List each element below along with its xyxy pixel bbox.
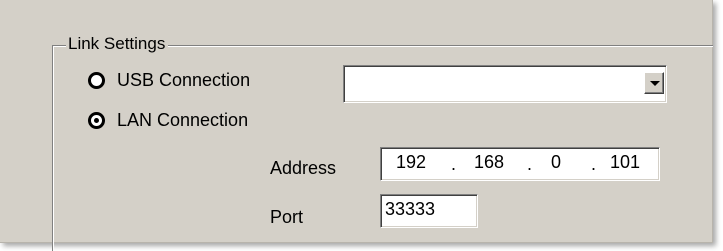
- group-title: Link Settings: [66, 34, 169, 54]
- port-field[interactable]: 33333: [380, 194, 478, 228]
- ip-octet-4[interactable]: 101: [603, 152, 647, 172]
- dropdown-button[interactable]: [644, 72, 664, 94]
- ip-octet-3[interactable]: 0: [541, 152, 571, 172]
- chevron-down-icon: [650, 81, 660, 86]
- lan-connection-label[interactable]: LAN Connection: [117, 110, 248, 130]
- lan-connection-radio[interactable]: [88, 112, 105, 129]
- usb-device-dropdown[interactable]: [343, 65, 667, 103]
- port-value[interactable]: 33333: [385, 199, 435, 219]
- ip-separator: .: [591, 154, 597, 174]
- ip-address-field[interactable]: 192 . 168 . 0 . 101: [380, 147, 660, 181]
- usb-connection-radio[interactable]: [88, 72, 105, 89]
- usb-connection-label[interactable]: USB Connection: [117, 70, 250, 90]
- ip-separator: .: [451, 154, 457, 174]
- port-label: Port: [270, 207, 304, 227]
- settings-panel: Link Settings USB Connection LAN Connect…: [0, 0, 713, 251]
- ip-octet-1[interactable]: 192: [391, 152, 431, 172]
- ip-separator: .: [527, 154, 533, 174]
- ip-octet-2[interactable]: 168: [467, 152, 511, 172]
- address-label: Address: [270, 158, 337, 178]
